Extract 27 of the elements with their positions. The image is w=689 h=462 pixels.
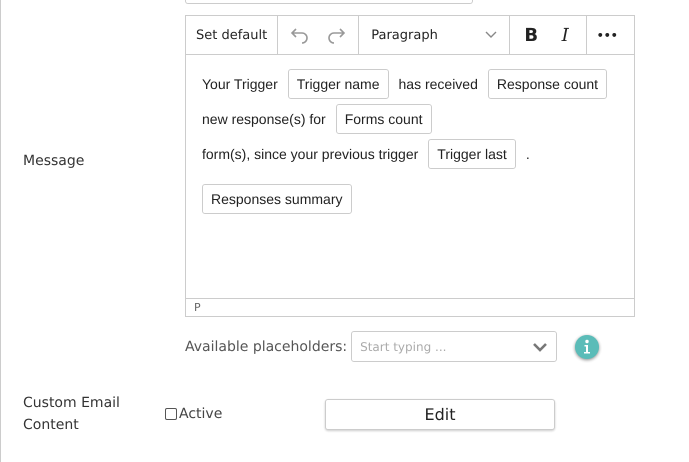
placeholder-tag[interactable]: Responses summary xyxy=(202,184,352,214)
bold-button[interactable]: B xyxy=(514,20,548,50)
edit-button[interactable]: Edit xyxy=(325,398,555,430)
message-label: Message xyxy=(22,152,86,168)
set-default-button[interactable]: Set default xyxy=(190,24,274,46)
more-button[interactable]: ••• xyxy=(591,24,624,46)
placeholder-tag[interactable]: Forms count xyxy=(336,104,432,134)
message-text: . xyxy=(526,146,530,162)
redo-icon[interactable] xyxy=(326,26,346,44)
chevron-down-icon xyxy=(532,342,548,352)
placeholders-label: Available placeholders: xyxy=(185,338,348,354)
custom-email-label: Custom Email Content xyxy=(22,394,121,435)
undo-icon[interactable] xyxy=(290,26,310,44)
message-text: new response(s) for xyxy=(202,111,326,127)
active-checkbox[interactable] xyxy=(165,408,177,420)
block-format-dropdown[interactable]: Paragraph xyxy=(363,24,506,46)
message-text: form(s), since your previous trigger xyxy=(202,146,418,162)
placeholder-tag[interactable]: Trigger name xyxy=(288,69,388,99)
element-path: P xyxy=(194,301,201,314)
message-text: Your Trigger xyxy=(202,76,278,92)
chevron-down-icon xyxy=(485,31,498,39)
placeholder-tag[interactable]: Response count xyxy=(488,69,608,99)
active-label: Active xyxy=(179,406,222,422)
placeholder-tag[interactable]: Trigger last xyxy=(428,139,516,169)
info-icon[interactable] xyxy=(575,334,600,358)
italic-button[interactable]: I xyxy=(548,20,582,50)
message-text: has received xyxy=(398,76,478,92)
